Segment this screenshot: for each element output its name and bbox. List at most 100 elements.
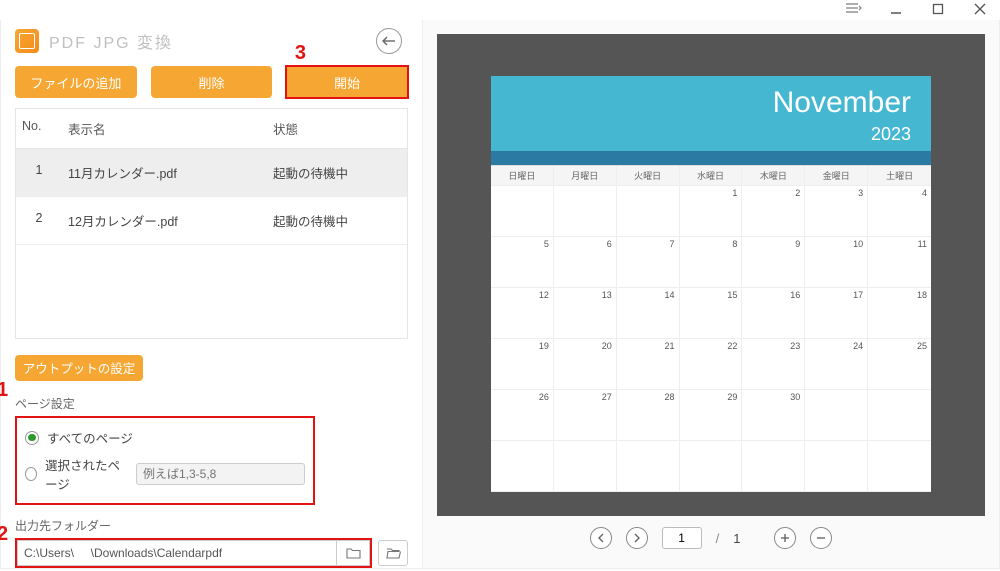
cell-name: 11月カレンダー.pdf <box>62 149 267 196</box>
calendar-cell <box>868 390 931 441</box>
table-row[interactable]: 212月カレンダー.pdf起動の待機中 <box>16 197 407 245</box>
page-total: 1 <box>733 531 740 546</box>
calendar-cell <box>742 441 805 492</box>
page-number-input[interactable] <box>662 527 702 549</box>
col-name: 表示名 <box>62 109 267 148</box>
page-settings-label: ページ設定 <box>15 395 408 412</box>
calendar-cell: 25 <box>868 339 931 390</box>
col-no: No. <box>16 109 62 148</box>
start-button[interactable]: 開始 <box>286 66 408 98</box>
calendar-cell: 8 <box>680 237 743 288</box>
calendar-dow: 月曜日 <box>554 166 617 186</box>
cell-name: 12月カレンダー.pdf <box>62 197 267 244</box>
table-header: No. 表示名 状態 <box>16 109 407 149</box>
calendar-cell: 4 <box>868 186 931 237</box>
calendar-cell <box>554 186 617 237</box>
calendar-cell: 26 <box>491 390 554 441</box>
calendar-dow: 土曜日 <box>868 166 931 186</box>
folder-open-icon <box>386 547 401 559</box>
calendar-cell: 12 <box>491 288 554 339</box>
plus-icon <box>780 533 790 543</box>
calendar-cell <box>805 441 868 492</box>
radio-all-pages[interactable]: すべてのページ <box>23 424 307 451</box>
table-row[interactable]: 111月カレンダー.pdf起動の待機中 <box>16 149 407 197</box>
calendar-cell <box>617 186 680 237</box>
calendar-grid: 日曜日月曜日火曜日水曜日木曜日金曜日土曜日1234567891011121314… <box>491 165 931 492</box>
chevron-left-icon <box>597 533 605 543</box>
preview-area: November 2023 日曜日月曜日火曜日水曜日木曜日金曜日土曜日12345… <box>437 34 985 516</box>
calendar-dow: 火曜日 <box>617 166 680 186</box>
zoom-in-button[interactable] <box>774 527 796 549</box>
radio-selected-pages[interactable]: 選択されたページ <box>23 451 307 497</box>
add-file-button[interactable]: ファイルの追加 <box>15 66 137 98</box>
radio-all-label: すべてのページ <box>47 428 133 447</box>
chevron-right-icon <box>633 533 641 543</box>
calendar-cell: 13 <box>554 288 617 339</box>
annotation-2: 2 <box>0 523 8 546</box>
zoom-out-button[interactable] <box>810 527 832 549</box>
calendar-cell: 11 <box>868 237 931 288</box>
delete-button[interactable]: 削除 <box>151 66 273 98</box>
calendar-header: November 2023 <box>491 76 931 151</box>
calendar-cell: 23 <box>742 339 805 390</box>
calendar-cell: 5 <box>491 237 554 288</box>
radio-sel-label: 選択されたページ <box>45 455 128 493</box>
browse-folder-button[interactable] <box>336 540 370 566</box>
cell-state: 起動の待機中 <box>267 149 407 196</box>
calendar-cell: 29 <box>680 390 743 441</box>
calendar-cell: 22 <box>680 339 743 390</box>
cell-no: 2 <box>16 197 62 244</box>
calendar-cell <box>491 441 554 492</box>
menu-icon[interactable] <box>840 3 868 17</box>
back-button[interactable] <box>376 28 402 54</box>
calendar-cell: 24 <box>805 339 868 390</box>
calendar-cell: 6 <box>554 237 617 288</box>
calendar-cell: 17 <box>805 288 868 339</box>
calendar-year: 2023 <box>511 124 911 145</box>
file-table: No. 表示名 状態 111月カレンダー.pdf起動の待機中212月カレンダー.… <box>15 108 408 339</box>
page-range-input[interactable] <box>136 463 305 485</box>
calendar-cell: 19 <box>491 339 554 390</box>
calendar-cell: 2 <box>742 186 805 237</box>
output-folder-input[interactable] <box>17 540 336 566</box>
calendar-cell: 21 <box>617 339 680 390</box>
maximize-button[interactable] <box>924 2 952 19</box>
calendar-dow: 金曜日 <box>805 166 868 186</box>
calendar-cell: 10 <box>805 237 868 288</box>
calendar-cell <box>805 390 868 441</box>
calendar-cell: 7 <box>617 237 680 288</box>
close-button[interactable] <box>966 2 994 19</box>
radio-all-dot-icon <box>25 431 39 445</box>
open-folder-button[interactable] <box>378 540 408 566</box>
cell-no: 1 <box>16 149 62 196</box>
preview-page: November 2023 日曜日月曜日火曜日水曜日木曜日金曜日土曜日12345… <box>491 76 931 492</box>
calendar-cell: 20 <box>554 339 617 390</box>
col-state: 状態 <box>267 109 407 148</box>
calendar-cell: 1 <box>680 186 743 237</box>
output-settings-button[interactable]: アウトプットの設定 <box>15 355 143 381</box>
app-logo-icon <box>15 29 39 53</box>
calendar-cell <box>554 441 617 492</box>
app-title: PDF JPG 変換 <box>49 29 376 53</box>
minus-icon <box>816 533 826 543</box>
calendar-cell <box>680 441 743 492</box>
calendar-cell: 9 <box>742 237 805 288</box>
calendar-cell: 28 <box>617 390 680 441</box>
calendar-cell: 3 <box>805 186 868 237</box>
next-page-button[interactable] <box>626 527 648 549</box>
calendar-cell: 14 <box>617 288 680 339</box>
calendar-band <box>491 151 931 165</box>
calendar-cell <box>868 441 931 492</box>
page-slash: / <box>716 531 720 546</box>
prev-page-button[interactable] <box>590 527 612 549</box>
minimize-button[interactable] <box>882 2 910 19</box>
folder-icon <box>346 547 361 559</box>
calendar-cell: 27 <box>554 390 617 441</box>
calendar-cell <box>491 186 554 237</box>
pager: / 1 <box>437 516 985 560</box>
calendar-cell: 16 <box>742 288 805 339</box>
calendar-cell <box>617 441 680 492</box>
calendar-dow: 木曜日 <box>742 166 805 186</box>
output-folder-label: 出力先フォルダー <box>15 517 408 534</box>
calendar-cell: 18 <box>868 288 931 339</box>
